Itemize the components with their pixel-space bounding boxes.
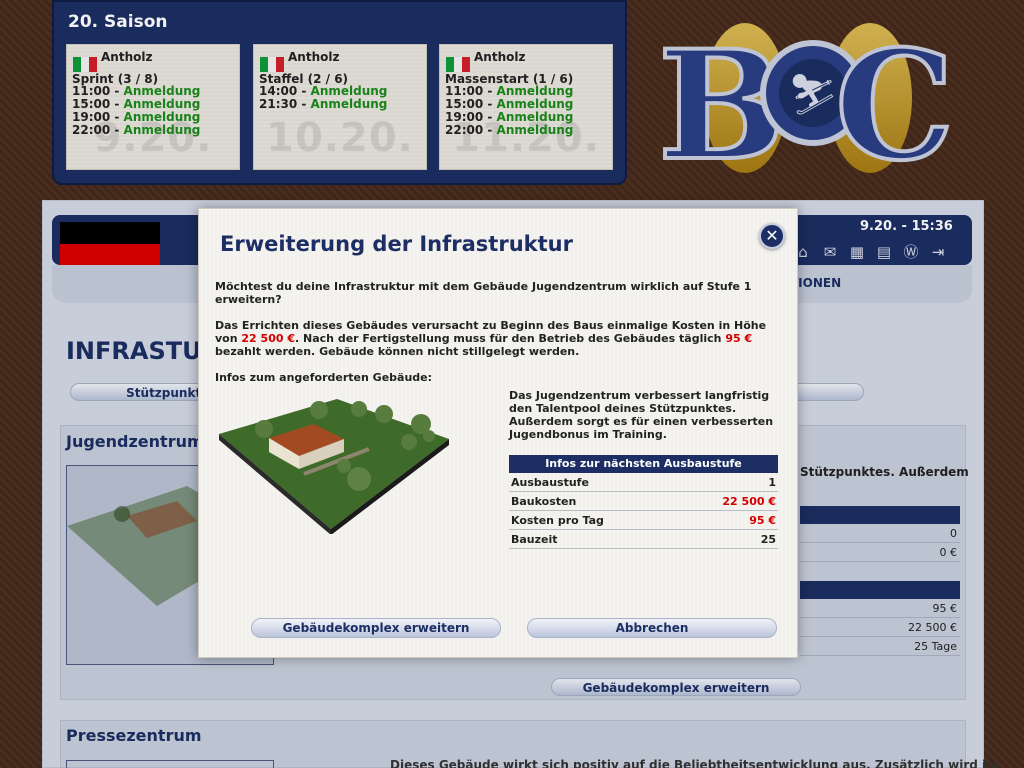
confirm-expand-button[interactable]: Gebäudekomplex erweitern [251, 618, 501, 638]
building-image [219, 399, 449, 534]
dialog-title: Erweiterung der Infrastruktur [220, 232, 573, 256]
cancel-button[interactable]: Abbrechen [527, 618, 777, 638]
building-info-label: Infos zum angeforderten Gebäude: [215, 371, 433, 384]
table-row: Baukosten 22 500 € [509, 492, 778, 511]
close-icon[interactable]: ✕ [759, 223, 785, 249]
table-row: Ausbaustufe 1 [509, 473, 778, 492]
upgrade-info-header: Infos zur nächsten Ausbaustufe [509, 455, 778, 473]
dialog-question: Möchtest du deine Infrastruktur mit dem … [215, 280, 752, 306]
daily-cost-value: 95 € [725, 332, 753, 345]
build-cost-value: 22 500 € [241, 332, 295, 345]
table-row: Kosten pro Tag 95 € [509, 511, 778, 530]
upgrade-dialog: Erweiterung der Infrastruktur ✕ Möchtest… [198, 208, 798, 658]
table-row: Bauzeit 25 [509, 530, 778, 549]
dialog-costs-text: Das Errichten dieses Gebäudes verursacht… [215, 319, 767, 358]
building-description: Das Jugendzentrum verbessert langfristig… [509, 389, 774, 441]
upgrade-info-table: Infos zur nächsten Ausbaustufe Ausbaustu… [509, 455, 778, 549]
